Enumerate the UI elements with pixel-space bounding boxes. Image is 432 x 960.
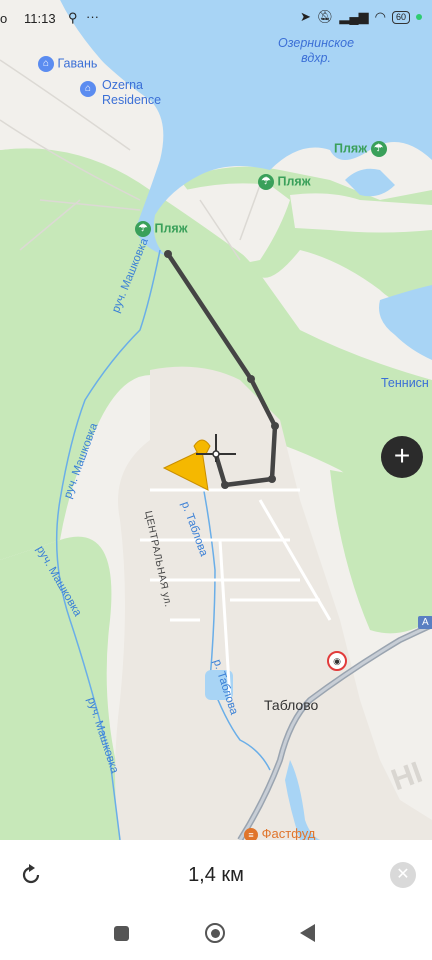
home-button[interactable] <box>205 923 225 943</box>
status-time: 11:13 <box>24 11 56 26</box>
route-distance: 1,4 км <box>188 864 244 886</box>
reservoir-label: Озернинское вдхр. <box>278 36 355 65</box>
status-left-letter: о <box>0 11 8 26</box>
zoom-in-button[interactable]: + <box>381 436 423 478</box>
system-nav-bar <box>0 912 432 960</box>
close-route-button[interactable]: ✕ <box>390 862 416 888</box>
close-icon: ✕ <box>396 866 410 883</box>
wifi-icon: ◠ <box>374 9 386 24</box>
speed-camera-icon[interactable]: ◉ <box>327 651 347 671</box>
walk-icon: ⚲ <box>68 10 78 25</box>
signal-icon: ▂▄▆ <box>339 9 369 24</box>
poi-beach-1[interactable]: Пляж ☂ <box>334 141 387 157</box>
status-bar: о 11:13 ⚲ ··· ➤ 🔕︎ ▂▄▆ ◠ 60 <box>0 0 432 38</box>
back-button[interactable] <box>300 924 315 942</box>
beach-umbrella-icon: ☂ <box>370 141 387 157</box>
town-label: Таблово <box>264 697 319 713</box>
mute-icon: 🔕︎ <box>316 9 334 24</box>
privacy-dot-icon <box>416 14 422 20</box>
beach-umbrella-icon: ☂ <box>258 174 274 190</box>
location-arrow-icon <box>162 434 236 491</box>
poi-havan[interactable]: ⌂ Гавань <box>38 56 97 72</box>
hotel-icon: ⌂ <box>38 56 54 72</box>
recent-apps-button[interactable] <box>114 926 129 941</box>
poi-fastfood[interactable]: ≡ Фастфуд <box>244 826 315 840</box>
fastfood-icon: ≡ <box>244 827 258 840</box>
battery-icon: 60 <box>391 10 410 24</box>
location-arrow-status-icon: ➤ <box>300 9 311 24</box>
poi-tennis[interactable]: Теннисн <box>381 376 429 390</box>
hotel-icon: ⌂ <box>80 81 96 97</box>
poi-beach-2[interactable]: ☂ Пляж <box>258 174 311 190</box>
more-dots-icon: ··· <box>86 9 99 24</box>
map-view[interactable]: ⌂ Гавань ⌂ Ozerna Residence Озернинское … <box>0 0 432 840</box>
road-sign: А <box>418 616 432 629</box>
beach-umbrella-icon: ☂ <box>135 221 151 237</box>
map-canvas <box>0 0 432 840</box>
poi-ozerna[interactable]: ⌂ Ozerna Residence <box>80 78 161 108</box>
route-bottom-bar: 1,4 км ✕ <box>0 840 432 912</box>
poi-beach-3[interactable]: ☂ Пляж <box>135 221 188 237</box>
